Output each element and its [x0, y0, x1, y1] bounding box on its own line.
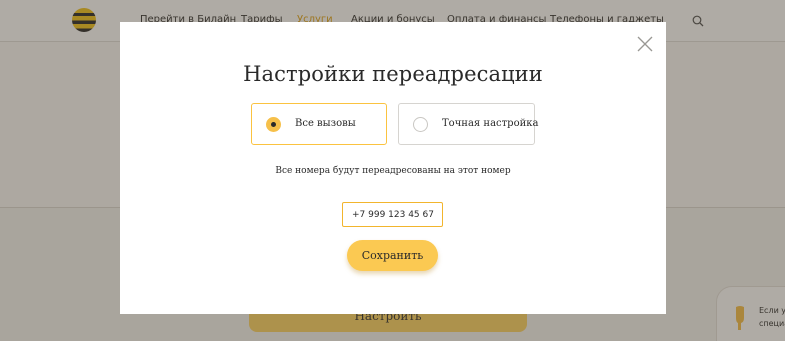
option-label: Все вызовы — [295, 118, 356, 129]
option-precise-setup[interactable]: Точная настройка — [398, 103, 539, 145]
phone-number-input[interactable] — [342, 202, 443, 227]
forwarding-hint: Все номера будут переадресованы на этот … — [275, 166, 511, 176]
close-icon[interactable] — [636, 35, 654, 53]
modal-title: Настройки переадресации — [243, 62, 543, 86]
save-button[interactable]: Сохранить — [347, 240, 438, 271]
radio-selected-icon[interactable] — [266, 117, 281, 132]
option-label: Точная настройка — [442, 118, 539, 129]
forwarding-settings-modal: Настройки переадресации Все вызовы Точна… — [120, 22, 666, 314]
radio-unselected-icon[interactable] — [413, 117, 428, 132]
option-all-calls[interactable]: Все вызовы — [251, 103, 387, 145]
